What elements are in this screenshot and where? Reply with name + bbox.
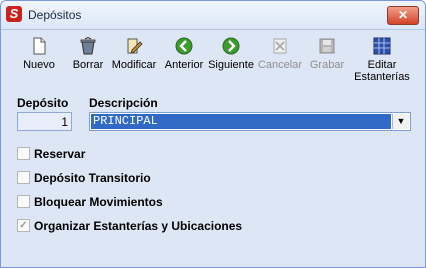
- editar-estanterias-button[interactable]: Editar Estanterías: [353, 37, 411, 89]
- checkbox-reservar[interactable]: Reservar: [17, 147, 85, 163]
- descripcion-select[interactable]: PRINCIPAL ▼: [89, 112, 411, 131]
- save-disk-icon: [319, 38, 335, 54]
- cancel-icon: [273, 38, 287, 54]
- dropdown-arrow-icon[interactable]: ▼: [392, 114, 409, 129]
- checkbox-label: Organizar Estanterías y Ubicaciones: [34, 219, 243, 233]
- grabar-button[interactable]: Grabar: [307, 37, 347, 89]
- modificar-button[interactable]: Modificar: [110, 37, 158, 89]
- nuevo-label: Nuevo: [23, 59, 55, 71]
- cancelar-label: Cancelar: [257, 59, 303, 71]
- deposito-label: Depósito: [17, 96, 69, 110]
- app-s-icon: S: [6, 6, 22, 22]
- checkbox-box[interactable]: [17, 171, 30, 185]
- editar-estanterias-label: Editar Estanterías: [354, 59, 410, 83]
- modificar-label: Modificar: [111, 59, 157, 71]
- grid-icon: [373, 37, 391, 55]
- previous-arrow-icon: [175, 37, 193, 55]
- anterior-button[interactable]: Anterior: [161, 37, 207, 89]
- close-button[interactable]: ✕: [387, 6, 419, 25]
- checkbox-deposito-transitorio[interactable]: Depósito Transitorio: [17, 171, 151, 187]
- borrar-button[interactable]: Borrar: [69, 37, 107, 89]
- trash-icon: [80, 37, 96, 55]
- toolbar: Nuevo Borrar Modificar Anterior Siguient…: [1, 31, 425, 89]
- checkbox-label: Bloquear Movimientos: [34, 195, 163, 209]
- checkbox-checked-box[interactable]: ✓: [17, 219, 30, 233]
- title-bar[interactable]: S Depósitos ✕: [1, 1, 425, 30]
- siguiente-button[interactable]: Siguiente: [208, 37, 254, 89]
- nuevo-button[interactable]: Nuevo: [23, 37, 55, 89]
- siguiente-label: Siguiente: [208, 59, 254, 71]
- checkbox-organizar-estanterias[interactable]: ✓ Organizar Estanterías y Ubicaciones: [17, 219, 242, 235]
- depositos-window: S Depósitos ✕ Nuevo Borrar Modificar Ant…: [0, 0, 426, 268]
- deposito-number-field[interactable]: 1: [17, 112, 72, 131]
- anterior-label: Anterior: [164, 59, 204, 71]
- descripcion-label: Descripción: [89, 96, 158, 110]
- checkbox-box[interactable]: [17, 195, 30, 209]
- edit-document-icon: [127, 38, 143, 54]
- borrar-label: Borrar: [72, 59, 104, 71]
- cancelar-button[interactable]: Cancelar: [257, 37, 303, 89]
- window-title: Depósitos: [28, 8, 82, 22]
- checkbox-label: Depósito Transitorio: [34, 171, 151, 185]
- checkbox-box[interactable]: [17, 147, 30, 161]
- next-arrow-icon: [222, 37, 240, 55]
- checkbox-bloquear-movimientos[interactable]: Bloquear Movimientos: [17, 195, 163, 211]
- descripcion-selected-value: PRINCIPAL: [91, 114, 391, 129]
- new-document-icon: [33, 37, 46, 55]
- grabar-label: Grabar: [309, 59, 345, 71]
- close-icon: ✕: [397, 8, 409, 22]
- checkbox-label: Reservar: [34, 147, 86, 161]
